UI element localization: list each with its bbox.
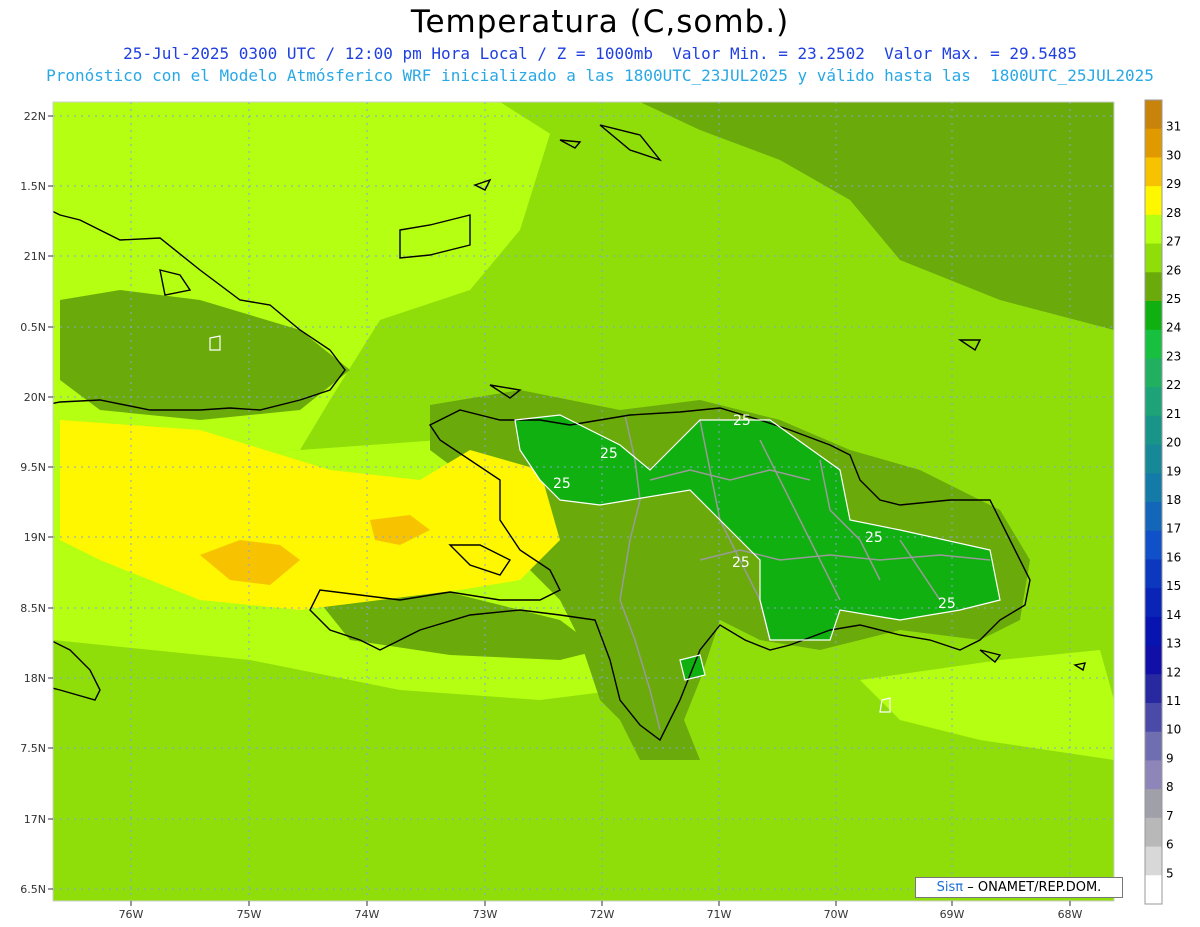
color-bar-label: 12 — [1166, 665, 1181, 679]
lat-label: 22N — [24, 110, 46, 123]
lat-label: 18N — [24, 672, 46, 685]
color-bar-label: 6 — [1166, 838, 1174, 852]
color-bar-swatch — [1145, 703, 1162, 733]
color-bar-swatch — [1145, 128, 1162, 158]
color-bar-swatch — [1145, 444, 1162, 474]
color-bar-swatch — [1145, 157, 1162, 187]
color-bar-label: 30 — [1166, 148, 1181, 162]
color-bar-label: 7 — [1166, 809, 1174, 823]
contour-label: 25 — [733, 413, 751, 429]
color-bar-swatch — [1145, 214, 1162, 245]
color-bar-label: 24 — [1166, 321, 1181, 335]
color-bar-swatch — [1145, 645, 1162, 675]
color-bar-swatch — [1145, 100, 1162, 130]
contour-label: 25 — [600, 446, 618, 462]
color-bar: 31 30 29 28 27 26 25 24 23 22 21 20 19 18 17 16 15 14 13 12… — [1144, 99, 1181, 905]
color-bar-label: 27 — [1166, 235, 1181, 249]
color-bar-label: 29 — [1166, 177, 1181, 191]
color-bar-label: 14 — [1166, 608, 1181, 622]
lat-label: 17N — [24, 813, 46, 826]
color-bar-swatch — [1145, 502, 1162, 532]
lon-axis: 76W 75W 74W 73W 72W 71W 70W 69W 68W — [119, 901, 1083, 921]
color-bar-label: 17 — [1166, 522, 1181, 536]
credit-box: Sisπ – ONAMET/REP.DOM. — [915, 877, 1123, 898]
temperature-map: 25 25 25 25 25 25 22N 1.5N 21N 0.5N 20N … — [20, 99, 1181, 921]
color-bar-label: 22 — [1166, 378, 1181, 392]
color-bar-label: 16 — [1166, 550, 1181, 564]
color-bar-swatch — [1145, 616, 1162, 647]
contour-label: 25 — [732, 555, 750, 571]
color-bar-swatch — [1145, 329, 1162, 359]
color-bar-label: 23 — [1166, 349, 1181, 363]
color-bar-label: 11 — [1166, 694, 1181, 708]
lon-label: 70W — [824, 908, 849, 921]
lat-label: 21N — [24, 250, 46, 263]
lat-label: 0.5N — [20, 321, 46, 334]
color-bar-label: 15 — [1166, 579, 1181, 593]
lat-label: 8.5N — [20, 602, 46, 615]
color-bar-swatch — [1145, 760, 1162, 790]
color-bar-label: 28 — [1166, 206, 1181, 220]
color-bar-swatch — [1145, 817, 1162, 848]
lon-label: 72W — [590, 908, 615, 921]
color-bar-swatch — [1145, 358, 1162, 388]
color-bar-swatch — [1145, 875, 1162, 905]
color-bar-swatch — [1145, 588, 1162, 618]
lon-label: 73W — [473, 908, 498, 921]
color-bar-swatch — [1145, 674, 1162, 704]
contour-label: 25 — [938, 596, 956, 612]
color-bar-swatch — [1145, 272, 1162, 302]
lat-label: 1.5N — [20, 180, 46, 193]
color-bar-swatch — [1145, 731, 1162, 761]
color-bar-label: 9 — [1166, 751, 1174, 765]
color-bar-label: 8 — [1166, 780, 1174, 794]
color-bar-swatch — [1145, 846, 1162, 876]
color-bar-label: 10 — [1166, 723, 1181, 737]
lat-axis: 22N 1.5N 21N 0.5N 20N 9.5N 19N 8.5N 18N … — [20, 110, 53, 896]
color-bar-label: 31 — [1166, 120, 1181, 134]
lat-label: 20N — [24, 391, 46, 404]
color-bar-label: 26 — [1166, 263, 1181, 277]
lon-label: 71W — [707, 908, 732, 921]
color-bar-swatch — [1145, 387, 1162, 417]
color-bar-label: 19 — [1166, 464, 1181, 478]
color-bar-label: 18 — [1166, 493, 1181, 507]
color-bar-swatch — [1145, 301, 1162, 331]
lat-label: 19N — [24, 531, 46, 544]
color-bar-label: 5 — [1166, 866, 1174, 880]
color-bar-swatch — [1145, 243, 1162, 273]
lat-label: 7.5N — [20, 742, 46, 755]
color-bar-label: 21 — [1166, 407, 1181, 421]
color-bar-swatch — [1145, 415, 1162, 446]
lon-label: 75W — [237, 908, 262, 921]
contour-label: 25 — [553, 476, 571, 492]
color-bar-swatch — [1145, 789, 1162, 819]
color-bar-label: 25 — [1166, 292, 1181, 306]
lat-label: 6.5N — [20, 883, 46, 896]
contour-label: 25 — [865, 530, 883, 546]
credit-text: – ONAMET/REP.DOM. — [967, 880, 1102, 895]
color-bar-swatch — [1145, 559, 1162, 589]
color-bar-swatch — [1145, 473, 1162, 503]
lon-label: 69W — [940, 908, 965, 921]
lon-label: 76W — [119, 908, 144, 921]
color-bar-label: 13 — [1166, 637, 1181, 651]
color-bar-label: 20 — [1166, 436, 1181, 450]
lon-label: 68W — [1058, 908, 1083, 921]
sispi-logo: Sisπ — [936, 880, 964, 895]
color-bar-swatch — [1145, 530, 1162, 560]
lon-label: 74W — [355, 908, 380, 921]
map-plot-area: 25 25 25 25 25 25 — [53, 102, 1114, 901]
lat-label: 9.5N — [20, 461, 46, 474]
color-bar-swatch — [1145, 186, 1162, 216]
